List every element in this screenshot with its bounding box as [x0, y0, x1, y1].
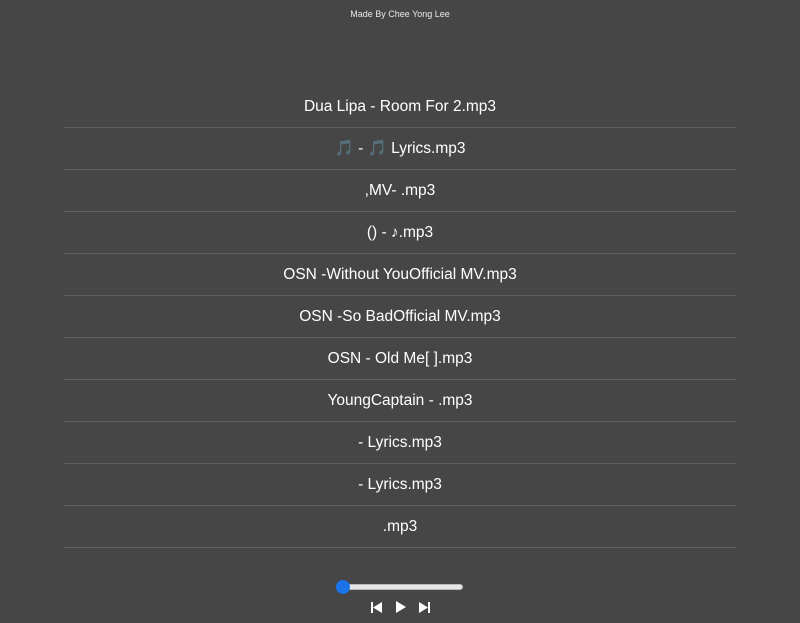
seek-track — [338, 584, 463, 590]
play-button[interactable] — [393, 600, 407, 614]
credit-text: Made By Chee Yong Lee — [350, 9, 450, 19]
playback-controls — [0, 600, 800, 614]
play-icon — [395, 601, 406, 613]
playlist-item[interactable]: YoungCaptain - .mp3 — [64, 380, 736, 422]
skip-previous-icon — [370, 601, 382, 613]
seek-thumb[interactable] — [336, 580, 350, 594]
playlist-item[interactable]: 🎵 - 🎵 Lyrics.mp3 — [64, 128, 736, 170]
playlist-item[interactable]: ,MV- .mp3 — [64, 170, 736, 212]
next-button[interactable] — [417, 600, 431, 614]
playlist-item[interactable]: OSN -So BadOfficial MV.mp3 — [64, 296, 736, 338]
playlist-item[interactable]: () - ♪.mp3 — [64, 212, 736, 254]
playlist: Dua Lipa - Room For 2.mp3 🎵 - 🎵 Lyrics.m… — [64, 86, 736, 548]
seek-slider[interactable] — [336, 580, 465, 594]
playlist-item[interactable]: .mp3 — [64, 506, 736, 548]
playlist-item[interactable]: Dua Lipa - Room For 2.mp3 — [64, 86, 736, 128]
playlist-item[interactable]: - Lyrics.mp3 — [64, 422, 736, 464]
previous-button[interactable] — [369, 600, 383, 614]
playlist-item[interactable]: OSN -Without YouOfficial MV.mp3 — [64, 254, 736, 296]
skip-next-icon — [418, 601, 430, 613]
playlist-item[interactable]: OSN - Old Me[ ].mp3 — [64, 338, 736, 380]
playlist-item[interactable]: - Lyrics.mp3 — [64, 464, 736, 506]
